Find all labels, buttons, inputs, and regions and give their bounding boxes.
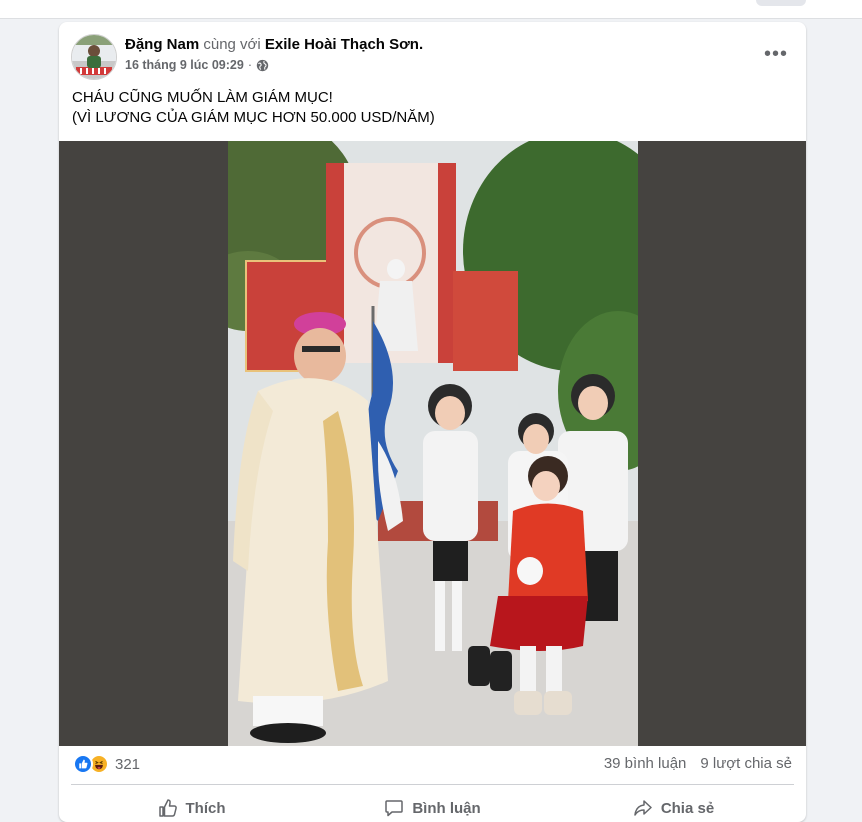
author-name-link[interactable]: Đặng Nam <box>125 36 199 53</box>
reaction-count: 321 <box>115 755 141 773</box>
like-icon <box>73 754 93 774</box>
post-header: Đặng Nam cùng với Exile Hoài Thạch Sơn. <box>125 36 423 53</box>
comment-icon <box>385 800 404 817</box>
post-text: CHÁU CŨNG MUỐN LÀM GIÁM MỤC! (VÌ LƯƠNG C… <box>72 88 435 128</box>
comment-button[interactable]: Bình luận <box>312 788 553 822</box>
avatar-image <box>72 35 116 79</box>
share-icon <box>634 800 652 816</box>
like-button-label: Thích <box>185 799 226 817</box>
thumbs-up-icon <box>158 799 177 817</box>
post-media[interactable] <box>59 141 806 746</box>
shares-count-link[interactable]: 9 lượt chia sẻ <box>700 755 792 772</box>
globe-icon[interactable] <box>256 59 269 72</box>
share-button-label: Chia sẻ <box>660 799 715 817</box>
tagged-user-link[interactable]: Exile Hoài Thạch Sơn. <box>265 36 423 53</box>
post-text-line: CHÁU CŨNG MUỐN LÀM GIÁM MỤC! <box>72 89 333 106</box>
top-navigation-bar <box>0 0 862 19</box>
photo-illustration <box>228 141 638 746</box>
meta-separator: · <box>247 58 252 72</box>
post-timestamp-link[interactable]: 16 tháng 9 lúc 09:29 <box>125 58 244 72</box>
engagement-stats: 39 bình luận 9 lượt chia sẻ <box>604 755 792 772</box>
post-stats: 321 39 bình luận 9 lượt chia sẻ <box>59 746 806 784</box>
post-card: Đặng Nam cùng với Exile Hoài Thạch Sơn. … <box>59 22 806 822</box>
author-avatar[interactable] <box>71 34 117 80</box>
comment-button-label: Bình luận <box>412 799 481 817</box>
comments-count-link[interactable]: 39 bình luận <box>604 755 687 772</box>
post-photo[interactable] <box>228 141 638 746</box>
top-bar-button[interactable] <box>756 0 806 6</box>
share-button[interactable]: Chia sẻ <box>553 788 794 822</box>
post-text-line: (VÌ LƯƠNG CỦA GIÁM MỤC HƠN 50.000 USD/NĂ… <box>72 109 435 126</box>
like-button[interactable]: Thích <box>71 788 312 822</box>
post-meta: 16 tháng 9 lúc 09:29 · <box>125 58 269 72</box>
actions-divider <box>71 784 794 785</box>
more-options-button[interactable]: ••• <box>758 36 794 72</box>
reactions-summary[interactable]: 321 <box>73 754 140 774</box>
with-text: cùng với <box>203 36 261 53</box>
more-options-icon: ••• <box>763 43 788 65</box>
post-actions-bar: Thích Bình luận Chia sẻ <box>71 788 794 822</box>
